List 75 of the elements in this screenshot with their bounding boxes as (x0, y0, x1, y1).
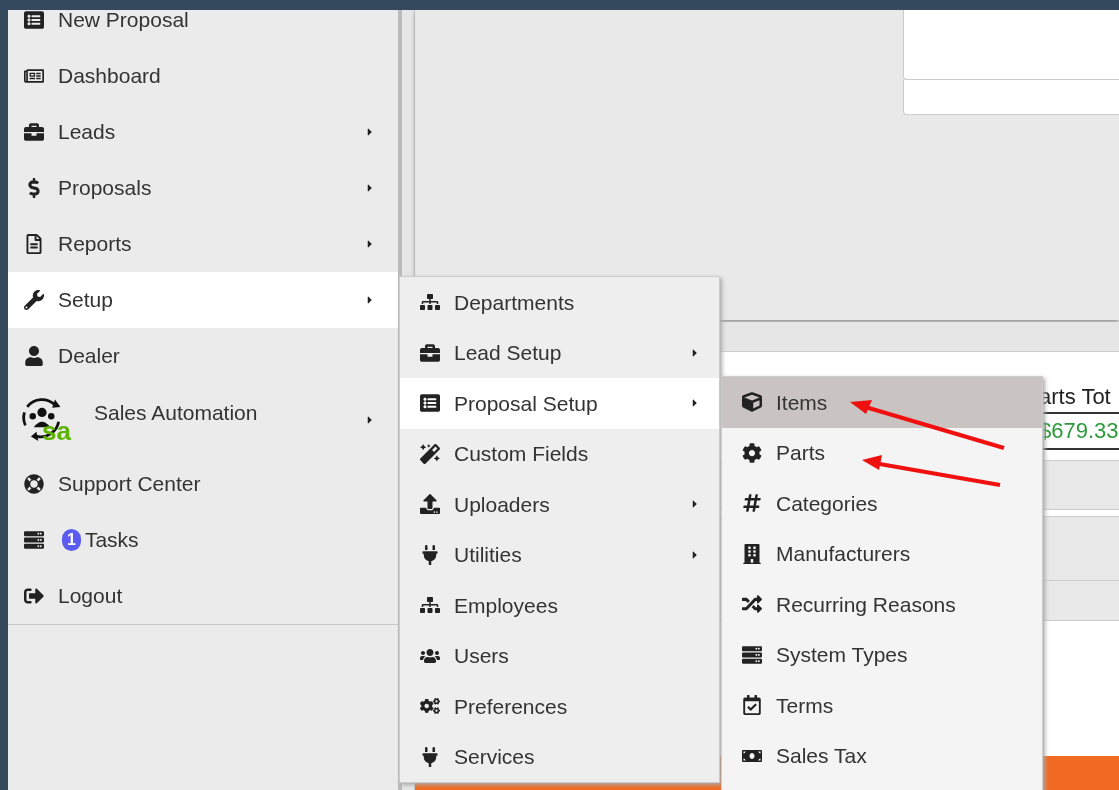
item-label: Proposals (58, 175, 153, 202)
item-label: Tasks (84, 527, 140, 554)
item-label: Support Center (58, 471, 202, 498)
item-label: Departments (454, 289, 576, 316)
menu-item[interactable]: Departments (400, 277, 719, 328)
item-label: Services (454, 744, 536, 770)
sitemap-icon (420, 595, 440, 616)
gears-icon (420, 696, 440, 717)
menu-item[interactable]: Uploaders (400, 479, 719, 530)
list-icon (420, 393, 440, 414)
hashtag-icon (742, 493, 762, 514)
wrench-icon (24, 290, 44, 310)
menu-item[interactable]: Sales Tax (722, 730, 1042, 781)
menu-item[interactable]: Recurring Reasons (722, 579, 1042, 630)
building-icon (742, 543, 762, 564)
menu-item[interactable]: Preferences (400, 681, 719, 732)
lifebuoy-icon (24, 474, 44, 494)
menu-item[interactable]: Custom Fields (400, 428, 719, 479)
item-label: Sales Tax (776, 743, 868, 769)
item-label: Setup (58, 287, 114, 314)
item-label: Proposal Setup (454, 390, 599, 417)
item-label: Dealer (58, 343, 121, 370)
item-label: Manufacturers (776, 541, 912, 567)
gear-icon (742, 442, 762, 463)
menu-item[interactable]: Utilities (400, 529, 719, 580)
item-label: Logout (58, 583, 124, 610)
stack-icon (742, 644, 762, 665)
item-label: New Proposal (58, 10, 190, 34)
list-icon (24, 10, 44, 30)
plug-icon (420, 544, 440, 565)
item-label: Leads (58, 119, 117, 146)
calendar-check-icon (742, 695, 762, 716)
input-field[interactable] (903, 80, 1119, 115)
briefcase-icon (24, 122, 44, 142)
stack-icon (24, 530, 44, 550)
item-label: Users (454, 643, 510, 669)
item-label: Preferences (454, 693, 569, 720)
item-label: Utilities (454, 542, 523, 568)
item-label: Employees (454, 592, 559, 619)
item-label: Reports (58, 231, 133, 258)
menu-item[interactable]: Manufacturers (722, 528, 1042, 579)
upload-icon (420, 494, 440, 515)
menu-item[interactable]: Proposal Setup (400, 378, 719, 429)
sidebar-item[interactable]: Setup (8, 272, 398, 328)
menu-item[interactable]: Services (400, 731, 719, 782)
menu-item[interactable]: Parts (722, 427, 1042, 478)
item-label: Custom Fields (454, 441, 590, 467)
item-label: Recurring Reasons (776, 591, 957, 618)
item-label: System Types (776, 642, 909, 668)
item-label: Items (776, 389, 829, 416)
newspaper-icon (24, 66, 44, 86)
item-label: Dashboard (58, 63, 162, 90)
count-badge: 1 (62, 529, 81, 551)
menu-item[interactable]: Lead Setup (400, 327, 719, 378)
menu-item[interactable]: Categories (722, 478, 1042, 529)
logout-icon (24, 586, 44, 606)
item-label: Categories (776, 490, 879, 517)
document-icon (24, 234, 44, 254)
shuffle-icon (742, 594, 762, 615)
cube-icon (742, 392, 762, 413)
item-label: Parts (776, 440, 826, 466)
item-label: Lead Setup (454, 340, 563, 366)
item-label: Sales Automation (94, 400, 259, 427)
item-label: Terms (776, 692, 835, 719)
plug-icon (420, 746, 440, 767)
briefcase-icon (420, 342, 440, 363)
menu-item[interactable]: Items (722, 377, 1042, 428)
magic-wand-icon (420, 443, 440, 464)
user-icon (24, 346, 44, 366)
item-label: Uploaders (454, 491, 551, 518)
menu-item[interactable]: Users (400, 630, 719, 681)
menu-item[interactable]: Employees (400, 580, 719, 631)
menu-item[interactable]: System Types (722, 629, 1042, 680)
menu-item[interactable]: Terms (722, 680, 1042, 731)
sitemap-icon (420, 292, 440, 313)
